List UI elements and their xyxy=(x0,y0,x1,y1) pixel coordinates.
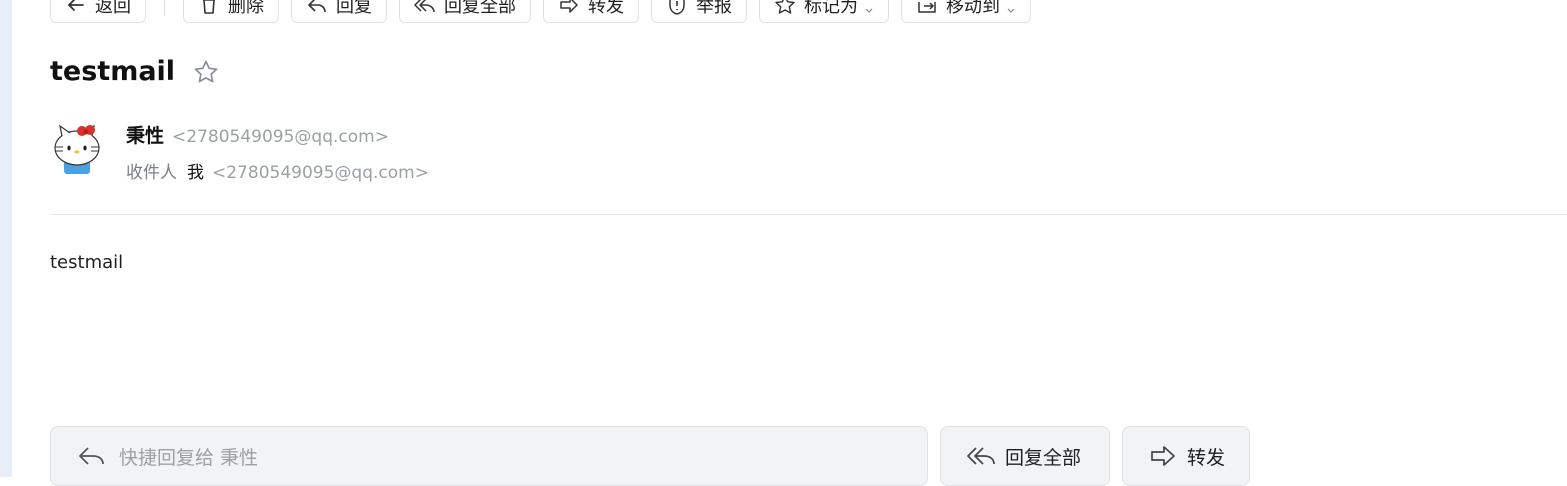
move-to-label: 移动到 xyxy=(946,0,1000,17)
report-button[interactable]: 举报 xyxy=(651,0,747,23)
star-outline-icon[interactable] xyxy=(193,59,219,85)
forward-button[interactable]: 转发 xyxy=(543,0,639,23)
toolbar-separator xyxy=(164,0,165,16)
quick-reply-all-button[interactable]: 回复全部 xyxy=(940,426,1110,486)
star-icon xyxy=(774,0,796,16)
subject-row: testmail xyxy=(50,56,219,87)
reply-all-icon xyxy=(414,0,436,16)
reply-all-button[interactable]: 回复全部 xyxy=(399,0,531,23)
move-icon xyxy=(916,0,938,16)
quick-reply-placeholder: 快捷回复给 秉性 xyxy=(119,446,259,469)
back-button[interactable]: 返回 xyxy=(50,0,146,23)
move-to-dropdown[interactable]: 移动到 xyxy=(901,0,1031,23)
message-body: testmail xyxy=(50,252,124,273)
chevron-down-icon xyxy=(1006,0,1016,13)
arrow-left-icon xyxy=(65,0,87,16)
report-label: 举报 xyxy=(696,0,732,17)
reply-icon xyxy=(77,444,107,468)
back-label: 返回 xyxy=(95,0,131,17)
forward-label: 转发 xyxy=(588,0,624,17)
quick-forward-label: 转发 xyxy=(1187,446,1226,469)
reply-button[interactable]: 回复 xyxy=(291,0,387,23)
subject-title: testmail xyxy=(50,56,176,87)
sender-email[interactable]: <2780549095@qq.com> xyxy=(172,127,389,147)
quick-reply-input[interactable]: 快捷回复给 秉性 xyxy=(50,426,928,486)
trash-icon xyxy=(198,0,220,16)
left-rail xyxy=(0,0,12,477)
recipient-email[interactable]: <2780549095@qq.com> xyxy=(212,163,429,183)
reply-label: 回复 xyxy=(336,0,372,17)
chevron-down-icon xyxy=(864,0,874,13)
header-divider xyxy=(50,214,1567,215)
quick-forward-button[interactable]: 转发 xyxy=(1122,426,1250,486)
forward-icon xyxy=(558,0,580,16)
reply-icon xyxy=(306,0,328,16)
sender-line: 秉性 <2780549095@qq.com> xyxy=(126,121,389,148)
recipient-line: 收件人 我 <2780549095@qq.com> xyxy=(126,158,429,183)
quick-reply-all-label: 回复全部 xyxy=(1005,446,1082,469)
shield-alert-icon xyxy=(666,0,688,16)
delete-label: 删除 xyxy=(228,0,264,17)
reply-all-icon xyxy=(967,444,997,468)
reply-all-label: 回复全部 xyxy=(444,0,516,17)
delete-button[interactable]: 删除 xyxy=(183,0,279,23)
message-toolbar: 返回 删除 回复 回复全部 转发 举报 标记为 移动到 xyxy=(50,0,1043,24)
forward-icon xyxy=(1149,444,1179,468)
mark-as-dropdown[interactable]: 标记为 xyxy=(759,0,889,23)
mark-as-label: 标记为 xyxy=(804,0,858,17)
avatar[interactable] xyxy=(52,122,102,176)
recipient-name[interactable]: 我 xyxy=(187,158,204,183)
recipient-label: 收件人 xyxy=(126,163,177,183)
sender-name[interactable]: 秉性 xyxy=(126,121,164,148)
